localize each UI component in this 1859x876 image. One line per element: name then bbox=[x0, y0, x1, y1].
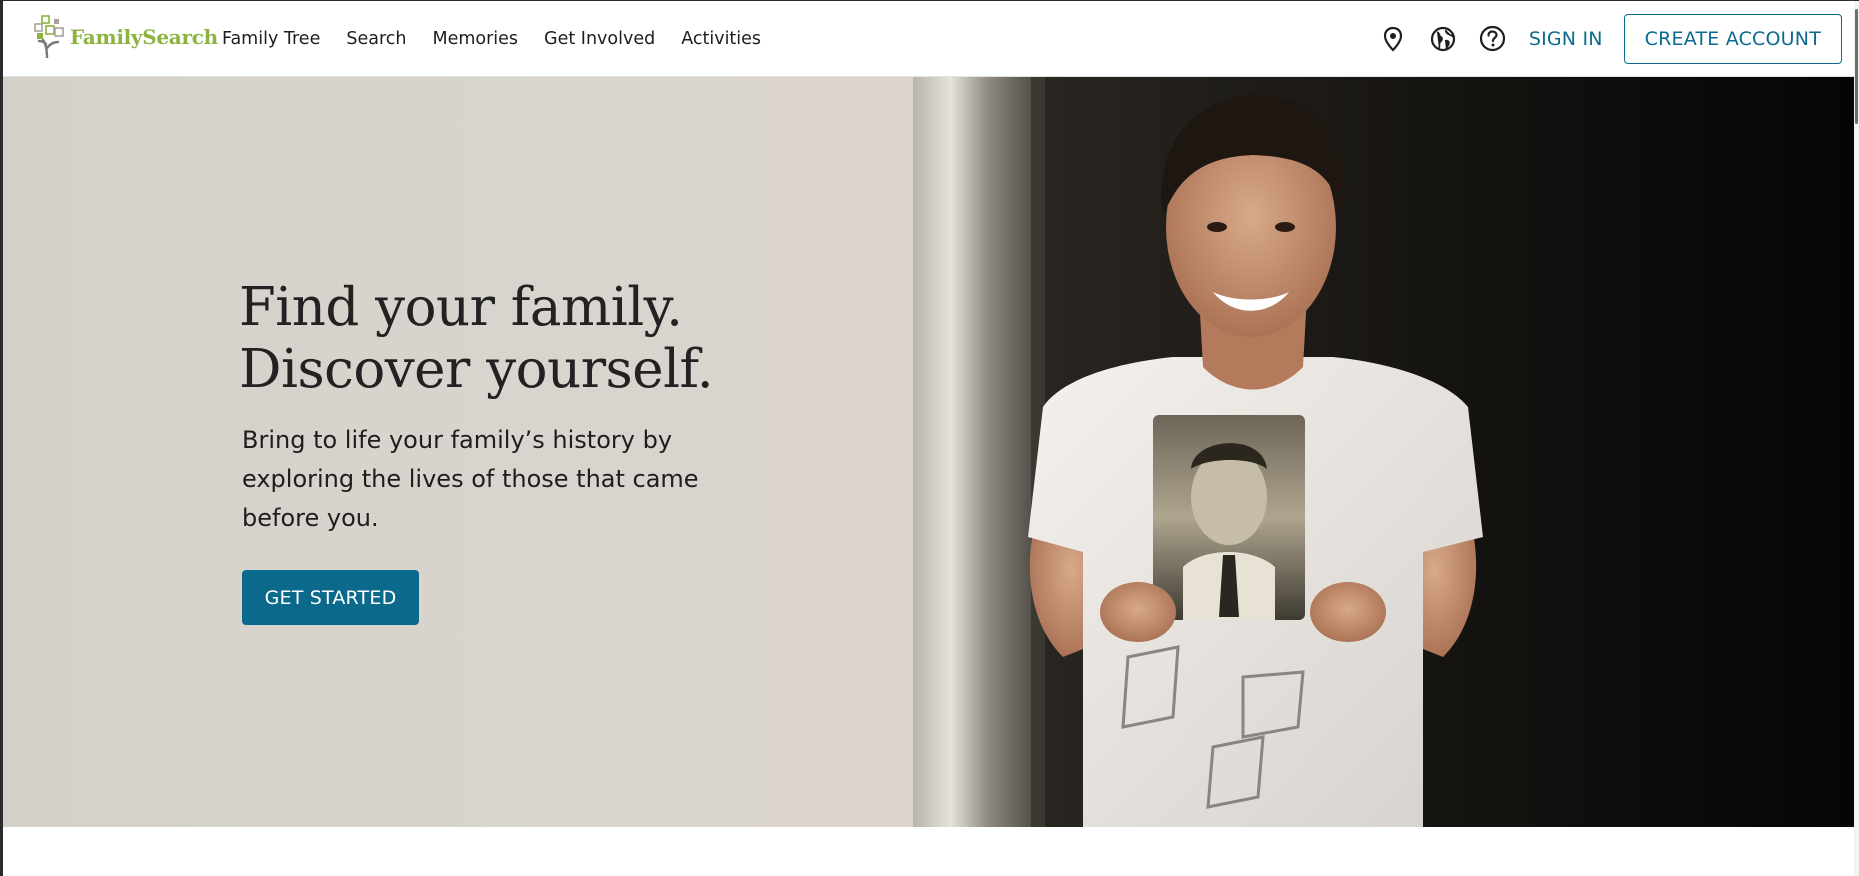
browser-viewport: FamilySearch Family Tree Search Memories… bbox=[0, 0, 1859, 876]
help-icon[interactable] bbox=[1479, 25, 1507, 53]
hero-title-line1: Find your family. bbox=[239, 277, 683, 338]
hero-subtitle: Bring to life your family’s history by e… bbox=[242, 426, 699, 532]
location-pin-icon[interactable] bbox=[1379, 25, 1407, 53]
hero-section: Find your family. Discover yourself. Bri… bbox=[3, 77, 1854, 827]
main-nav: Family Tree Search Memories Get Involved… bbox=[222, 1, 787, 76]
scrollbar-thumb[interactable] bbox=[1855, 9, 1858, 124]
logo-wordmark: FamilySearch bbox=[70, 25, 218, 49]
site-header: FamilySearch Family Tree Search Memories… bbox=[3, 1, 1854, 77]
get-started-button[interactable]: GET STARTED bbox=[242, 570, 419, 625]
nav-search[interactable]: Search bbox=[346, 29, 406, 49]
nav-activities[interactable]: Activities bbox=[681, 29, 761, 49]
window-left-border bbox=[0, 0, 3, 876]
sign-in-link[interactable]: SIGN IN bbox=[1529, 28, 1603, 50]
family-tree-logo-icon bbox=[34, 15, 64, 58]
page-scrollbar[interactable] bbox=[1854, 1, 1859, 876]
hero-title-line2: Discover yourself. bbox=[239, 339, 714, 400]
familysearch-logo[interactable]: FamilySearch bbox=[34, 14, 218, 58]
nav-get-involved[interactable]: Get Involved bbox=[544, 29, 655, 49]
header-tools: SIGN IN CREATE ACCOUNT bbox=[1357, 1, 1842, 76]
globe-icon[interactable] bbox=[1429, 25, 1457, 53]
nav-memories[interactable]: Memories bbox=[432, 29, 518, 49]
nav-family-tree[interactable]: Family Tree bbox=[222, 29, 320, 49]
create-account-button[interactable]: CREATE ACCOUNT bbox=[1623, 13, 1842, 64]
hero-title: Find your family. Discover yourself. bbox=[239, 277, 714, 401]
